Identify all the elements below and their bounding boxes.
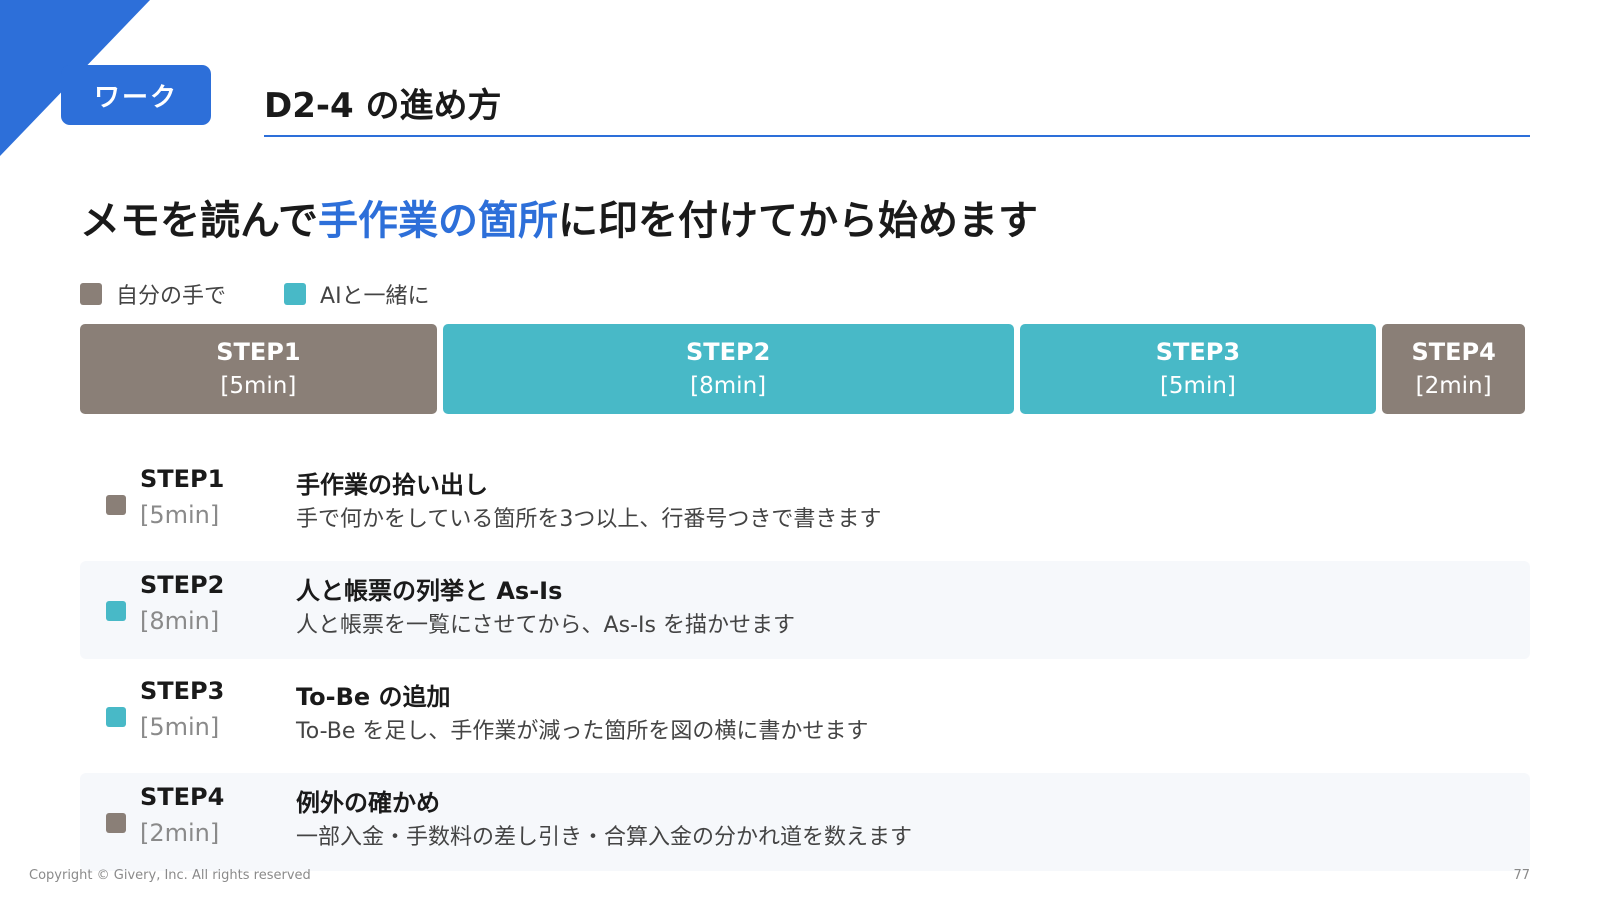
step-duration: [5min] (140, 501, 220, 529)
step-description: 手で何かをしている箇所を3つ以上、行番号つきで書きます (296, 507, 882, 532)
step-row-1: STEP1 [5min] 手作業の拾い出し 手で何かをしている箇所を3つ以上、行… (80, 455, 1530, 553)
step-color-marker (106, 707, 126, 727)
timeline-step-name: STEP2 (685, 338, 771, 366)
step-row-3: STEP3 [5min] To-Be の追加 To-Be を足し、手作業が減った… (80, 667, 1530, 765)
step-description: 一部入金・手数料の差し引き・合算入金の分かれ道を数えます (296, 825, 913, 850)
step-color-marker (106, 813, 126, 833)
work-badge: ワーク (61, 65, 211, 125)
timeline-step-name: STEP3 (1155, 338, 1241, 366)
legend-label-manual: 自分の手で (116, 284, 227, 309)
headline-part1: メモを読んで (80, 198, 318, 244)
step-title: To-Be の追加 (296, 683, 451, 711)
step-title: 例外の確かめ (296, 789, 440, 817)
legend-label-ai: AIと一緒に (320, 284, 430, 309)
headline-highlight: 手作業の箇所 (318, 198, 558, 244)
timeline-segment-step3: STEP3 [5min] (1019, 324, 1377, 414)
title-divider (264, 135, 1530, 137)
legend-item-manual: 自分の手で (80, 278, 226, 310)
step-color-marker (106, 495, 126, 515)
timeline-step-name: STEP1 (216, 338, 301, 366)
page-number: 77 (1513, 868, 1530, 883)
step-list: STEP1 [5min] 手作業の拾い出し 手で何かをしている箇所を3つ以上、行… (80, 455, 1530, 879)
copyright-notice: Copyright © Givery, Inc. All rights rese… (29, 868, 311, 883)
step-row-4: STEP4 [2min] 例外の確かめ 一部入金・手数料の差し引き・合算入金の分… (80, 773, 1530, 871)
timeline-segment-step1: STEP1 [5min] (80, 324, 437, 414)
step-label: STEP1 (140, 465, 225, 493)
headline-part2: に印を付けてから始めます (558, 198, 1038, 244)
legend-swatch-manual (80, 283, 102, 305)
page-title: D2-4 の進め方 (264, 86, 502, 126)
step-duration: [5min] (140, 713, 220, 741)
step-description: 人と帳票を一覧にさせてから、As-Is を描かせます (296, 613, 795, 638)
step-title: 人と帳票の列挙と As-Is (296, 577, 563, 605)
legend: 自分の手で AIと一緒に (80, 278, 488, 310)
step-timeline: STEP1 [5min] STEP2 [8min] STEP3 [5min] S… (80, 324, 1525, 414)
step-row-2: STEP2 [8min] 人と帳票の列挙と As-Is 人と帳票を一覧にさせてか… (80, 561, 1530, 659)
step-color-marker (106, 601, 126, 621)
timeline-step-name: STEP4 (1411, 338, 1496, 366)
step-label: STEP3 (140, 677, 225, 705)
step-title: 手作業の拾い出し (296, 471, 488, 499)
step-duration: [8min] (140, 607, 220, 635)
timeline-step-duration: [5min] (1159, 373, 1236, 399)
timeline-step-duration: [8min] (690, 373, 767, 399)
legend-swatch-ai (284, 283, 307, 305)
step-duration: [2min] (140, 819, 220, 847)
timeline-segment-step2: STEP2 [8min] (442, 324, 1014, 414)
timeline-step-duration: [2min] (1415, 373, 1492, 399)
step-label: STEP2 (140, 571, 225, 599)
headline: メモを読んで手作業の箇所に印を付けてから始めます (80, 188, 1038, 246)
step-label: STEP4 (140, 783, 225, 811)
timeline-step-duration: [5min] (220, 373, 297, 399)
legend-item-ai: AIと一緒に (284, 278, 430, 310)
timeline-segment-step4: STEP4 [2min] (1382, 324, 1525, 414)
step-description: To-Be を足し、手作業が減った箇所を図の横に書かせます (296, 719, 869, 744)
